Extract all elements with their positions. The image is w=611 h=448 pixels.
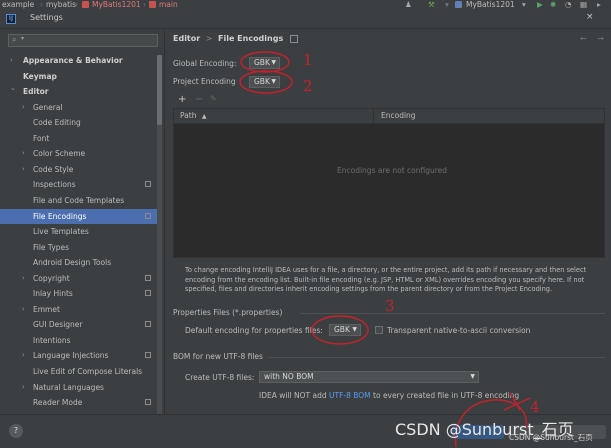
annotation-circle-properties [311,315,369,345]
annotation-number-2: 2 [303,77,313,95]
annotation-circle-global [240,51,290,73]
annotation-number-4: 4 [530,398,540,416]
annotation-circle-project [239,70,293,94]
annotation-number-1: 1 [303,51,313,69]
annotation-number-3: 3 [385,297,395,315]
csdn-watermark-small: CSDN @Sunburst_石页 [509,433,593,442]
